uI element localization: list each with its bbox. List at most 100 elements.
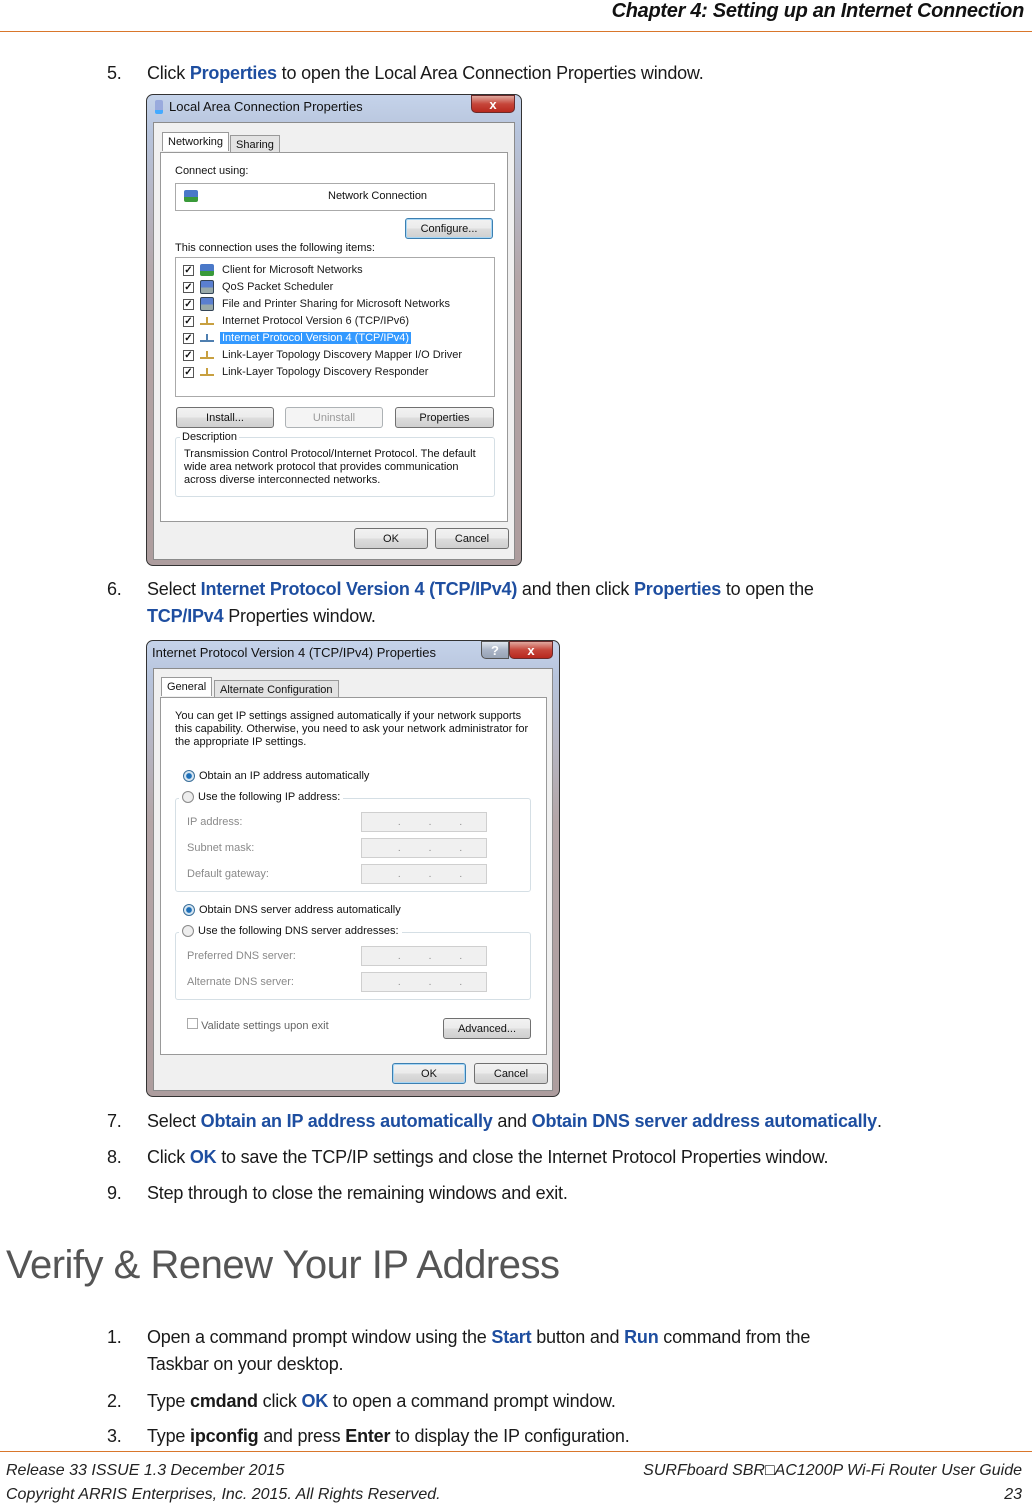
step-number: 3. <box>107 1426 122 1446</box>
subnet-mask-label: Subnet mask: <box>187 842 255 854</box>
item-label: QoS Packet Scheduler <box>222 281 334 293</box>
item-checkbox[interactable]: ✓ <box>183 332 194 344</box>
dialog-titlebar: Local Area Connection Properties <box>155 99 363 114</box>
step-number: 6. <box>107 579 122 599</box>
step-7: 7. Select Obtain an IP address automatica… <box>107 1108 882 1135</box>
list-item[interactable]: ✓ Internet Protocol Version 6 (TCP/IPv6) <box>183 313 411 329</box>
item-checkbox[interactable]: ✓ <box>183 349 194 361</box>
connect-using-label: Connect using: <box>175 165 249 177</box>
ok-button[interactable]: OK <box>354 528 428 549</box>
verify-step-3: 3. Type ipconfig and press Enter to displ… <box>107 1424 630 1448</box>
item-checkbox[interactable]: ✓ <box>183 366 194 378</box>
step-text: Properties window. <box>223 606 376 626</box>
step-text: and press <box>258 1426 346 1446</box>
ui-reference: Obtain DNS server address automatically <box>531 1111 878 1131</box>
bold-term: Enter <box>345 1426 391 1446</box>
dialog-body: Networking Sharing Connect using: Networ… <box>153 122 515 560</box>
step-text: Type <box>147 1391 191 1411</box>
general-panel: You can get IP settings assigned automat… <box>160 697 547 1055</box>
ip-address-input[interactable]: ... <box>361 812 487 832</box>
ipv4-properties-dialog: Internet Protocol Version 4 (TCP/IPv4) P… <box>146 640 560 1097</box>
advanced-button[interactable]: Advanced... <box>443 1018 531 1039</box>
step-text: to open the <box>721 579 814 599</box>
ui-reference: TCP/IPv4 <box>147 606 224 626</box>
tab-networking[interactable]: Networking <box>162 132 230 151</box>
step-number: 8. <box>107 1147 122 1167</box>
lan-properties-dialog: Local Area Connection Properties x Netwo… <box>146 94 522 566</box>
use-following-dns-label: Use the following DNS server addresses: <box>198 925 399 937</box>
step-number: 2. <box>107 1391 122 1411</box>
use-following-dns-radio[interactable]: Use the following DNS server addresses: <box>179 925 402 938</box>
network-adapter-icon <box>155 99 163 114</box>
footer-rule <box>0 1451 1032 1452</box>
ui-reference: Run <box>624 1327 659 1347</box>
list-item[interactable]: ✓ Link-Layer Topology Discovery Mapper I/… <box>183 347 464 363</box>
ui-reference: Properties <box>634 579 722 599</box>
dialog-body: General Alternate Configuration You can … <box>153 668 553 1091</box>
list-item[interactable]: ✓ Internet Protocol Version 4 (TCP/IPv4) <box>183 330 412 346</box>
close-icon: x <box>489 96 497 112</box>
alternate-dns-label: Alternate DNS server: <box>187 976 294 988</box>
radio-selected-icon <box>183 770 195 783</box>
obtain-dns-auto-radio[interactable]: Obtain DNS server address automatically <box>183 904 401 917</box>
validate-settings-label: Validate settings upon exit <box>201 1020 329 1032</box>
help-button[interactable]: ? <box>481 641 509 659</box>
items-list[interactable]: ✓ Client for Microsoft Networks ✓ QoS Packe… <box>175 257 495 397</box>
preferred-dns-label: Preferred DNS server: <box>187 950 296 962</box>
radio-unselected-icon <box>182 791 194 804</box>
tab-general[interactable]: General <box>161 677 213 696</box>
ok-button[interactable]: OK <box>392 1063 466 1084</box>
validate-settings-checkbox[interactable]: Validate settings upon exit <box>187 1018 329 1032</box>
default-gateway-input[interactable]: ... <box>361 864 487 884</box>
checkbox-icon <box>187 1018 198 1029</box>
footer-release: Release 33 ISSUE 1.3 December 2015 <box>6 1462 285 1479</box>
step-number: 9. <box>107 1183 122 1203</box>
dialog-titlebar: Internet Protocol Version 4 (TCP/IPv4) P… <box>152 645 436 660</box>
preferred-dns-input[interactable]: ... <box>361 946 487 966</box>
cancel-button[interactable]: Cancel <box>435 528 509 549</box>
item-label: Internet Protocol Version 6 (TCP/IPv6) <box>222 315 410 327</box>
list-item[interactable]: ✓ File and Printer Sharing for Microsoft … <box>183 296 452 312</box>
obtain-ip-auto-radio[interactable]: Obtain an IP address automatically <box>183 770 370 783</box>
item-checkbox[interactable]: ✓ <box>183 264 194 276</box>
adapter-field: Network Connection <box>175 183 495 211</box>
ui-reference: OK <box>301 1391 329 1411</box>
configure-button[interactable]: Configure... <box>405 218 493 239</box>
close-button[interactable]: x <box>471 95 515 113</box>
step-text: Type <box>147 1426 191 1446</box>
list-item[interactable]: ✓ QoS Packet Scheduler <box>183 279 335 295</box>
obtain-ip-auto-label: Obtain an IP address automatically <box>199 770 370 782</box>
service-icon <box>200 297 214 311</box>
step-text: to display the IP configuration. <box>390 1426 630 1446</box>
ui-reference: Start <box>491 1327 532 1347</box>
install-button[interactable]: Install... <box>176 407 274 428</box>
step-text: . <box>877 1111 882 1131</box>
item-checkbox[interactable]: ✓ <box>183 315 194 327</box>
cancel-button[interactable]: Cancel <box>474 1063 548 1084</box>
list-item[interactable]: ✓ Client for Microsoft Networks <box>183 262 365 278</box>
use-following-ip-radio[interactable]: Use the following IP address: <box>179 791 344 804</box>
alternate-dns-input[interactable]: ... <box>361 972 487 992</box>
items-label: This connection uses the following items… <box>175 242 375 254</box>
ui-reference: Obtain an IP address automatically <box>200 1111 493 1131</box>
uninstall-button[interactable]: Uninstall <box>285 407 383 428</box>
item-checkbox[interactable]: ✓ <box>183 298 194 310</box>
list-item[interactable]: ✓ Link-Layer Topology Discovery Responder <box>183 364 430 380</box>
subnet-mask-input[interactable]: ... <box>361 838 487 858</box>
service-icon <box>200 280 214 294</box>
step-text: to open a command prompt window. <box>328 1391 616 1411</box>
step-text: Select <box>147 1111 201 1131</box>
radio-selected-icon <box>183 904 195 917</box>
item-checkbox[interactable]: ✓ <box>183 281 194 293</box>
properties-button[interactable]: Properties <box>395 407 494 428</box>
item-label: Link-Layer Topology Discovery Mapper I/O… <box>222 349 463 361</box>
step-continuation: Taskbar on your desktop. <box>107 1351 810 1378</box>
close-icon: x <box>527 642 535 658</box>
page-number: 23 <box>1004 1486 1022 1503</box>
step-6: 6. Select Internet Protocol Version 4 (TC… <box>107 576 814 630</box>
close-button[interactable]: x <box>509 641 553 659</box>
bold-term: cmdand <box>190 1391 258 1411</box>
description-label: Description <box>180 431 240 443</box>
radio-unselected-icon <box>182 925 194 938</box>
protocol-icon <box>200 368 214 376</box>
